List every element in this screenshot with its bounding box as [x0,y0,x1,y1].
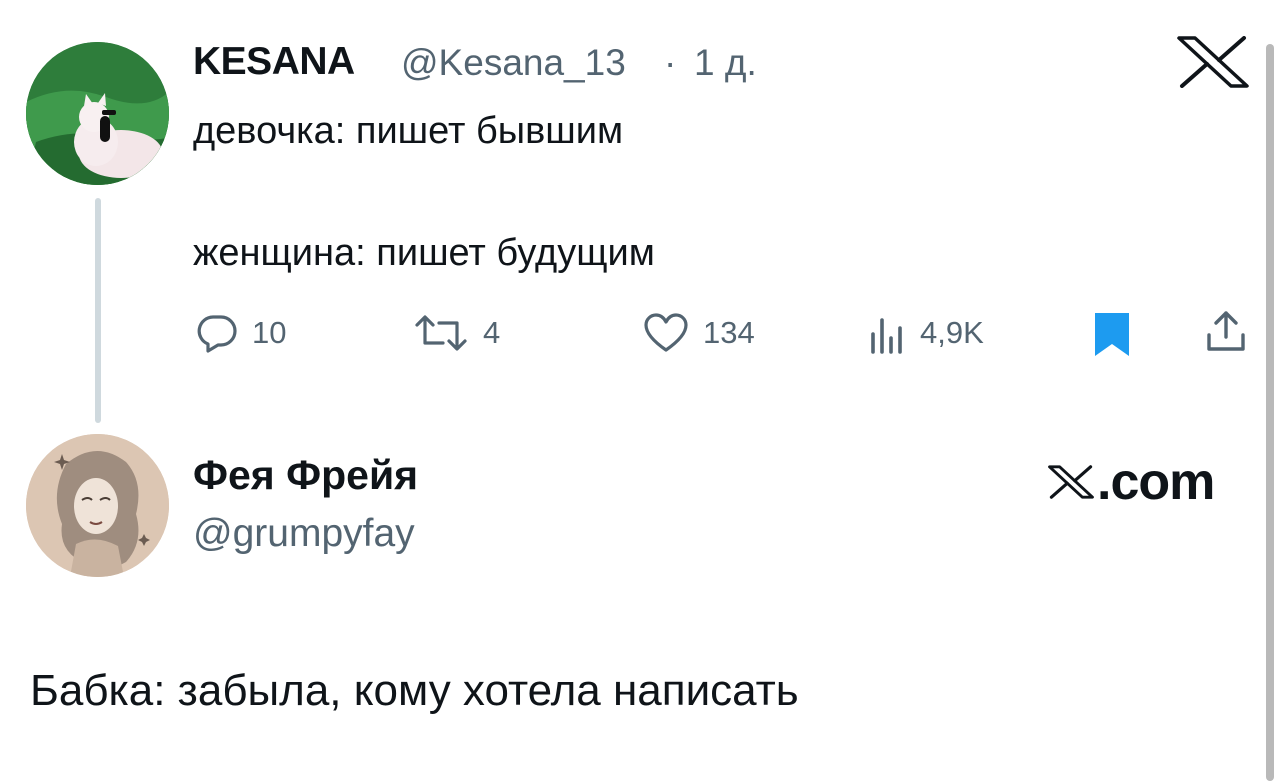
avatar-grumpyfay[interactable] [26,434,169,577]
thread-line [95,198,101,423]
repost-icon [415,315,467,351]
reply-author-name[interactable]: Фея Фрейя [193,452,418,499]
share-icon [1207,311,1245,351]
bookmark-button[interactable] [1093,311,1131,362]
post-time[interactable]: 1 д. [694,42,757,84]
author-name[interactable]: KESANA [193,40,355,84]
views-count: 4,9K [920,315,984,350]
share-button[interactable] [1204,309,1248,358]
avatar-kesana[interactable] [26,42,169,185]
tweet-text-line-2: женщина: пишет будущим [193,232,655,274]
avatar-cat-image [26,42,169,185]
repost-count: 4 [483,315,501,350]
reply-button[interactable]: 10 [196,308,286,358]
xcom-brand: .com [1047,452,1215,512]
scrollbar[interactable] [1266,44,1274,781]
like-count: 134 [703,315,755,350]
reply-author-handle[interactable]: @grumpyfay [193,512,415,556]
like-button[interactable]: 134 [643,308,755,358]
avatar-drawing-image [26,434,169,577]
x-logo-icon [1048,465,1094,499]
reply-icon [197,315,237,353]
views-icon [871,318,902,354]
author-handle[interactable]: @Kesana_13 [401,42,626,84]
reply-text: Бабка: забыла, кому хотела написать [30,666,799,715]
bookmark-icon [1095,313,1129,356]
like-icon [644,313,688,352]
xcom-text: .com [1097,453,1215,511]
reply-count: 10 [252,315,287,350]
views-button[interactable]: 4,9K [868,308,984,358]
tweet-text-line-1: девочка: пишет бывшим [193,110,624,152]
repost-button[interactable]: 4 [413,308,500,358]
separator-dot: · [664,42,677,83]
x-logo-icon [1175,36,1251,88]
